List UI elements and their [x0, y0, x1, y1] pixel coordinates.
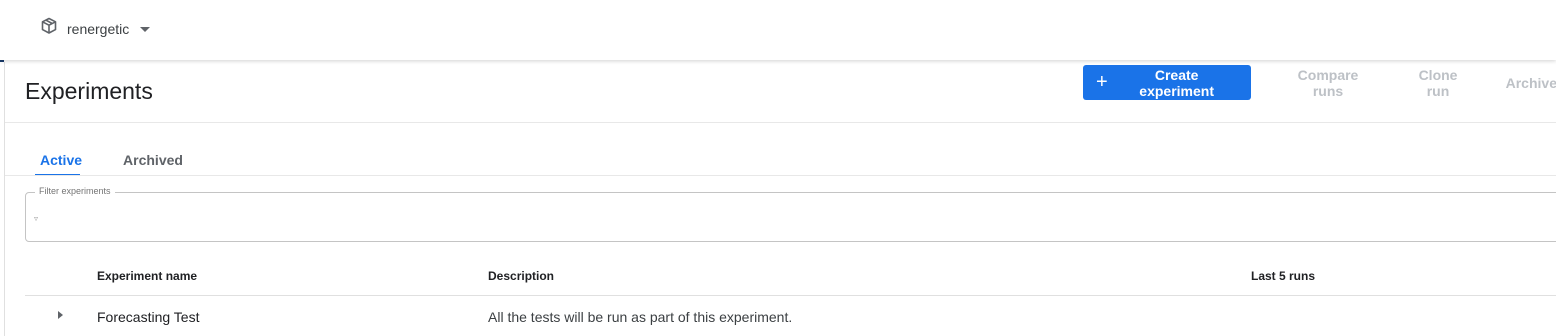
experiment-name-link[interactable]: Forecasting Test — [97, 309, 199, 325]
tab-archived[interactable]: Archived — [108, 148, 197, 176]
tabs-divider — [5, 175, 1556, 176]
namespace-selector[interactable]: renergetic — [40, 17, 151, 40]
create-experiment-label: Create experiment — [1139, 66, 1214, 99]
column-header-last-5-runs: Last 5 runs — [1251, 269, 1316, 283]
namespace-label: renergetic — [67, 20, 130, 37]
cube-icon — [40, 17, 58, 40]
compare-runs-button[interactable]: Compare runs — [1281, 67, 1376, 99]
table-header: Experiment name Description Last 5 runs — [25, 260, 1556, 296]
header-divider — [5, 122, 1556, 123]
create-experiment-button[interactable]: + Create experiment — [1083, 65, 1251, 100]
page-title: Experiments — [25, 78, 153, 104]
toolbar: + Create experiment Compare runs Clone r… — [1083, 65, 1556, 100]
filter-experiments-input[interactable]: Filter experiments ▿ — [25, 186, 1556, 242]
main-content: Experiments + Create experiment Compare … — [4, 62, 1556, 336]
filter-label: Filter experiments — [35, 186, 115, 196]
archive-button[interactable]: Archive — [1506, 75, 1556, 91]
plus-icon: + — [1096, 70, 1108, 93]
tab-active[interactable]: Active — [25, 148, 108, 176]
column-header-description[interactable]: Description — [488, 269, 554, 283]
table-row[interactable]: Forecasting Test All the tests will be r… — [25, 296, 1556, 336]
tab-bar: Active Archived — [25, 148, 197, 176]
expand-arrow-icon[interactable] — [58, 311, 63, 319]
chevron-down-icon — [140, 27, 151, 32]
top-bar: renergetic — [0, 0, 1556, 60]
experiment-description: All the tests will be run as part of thi… — [488, 309, 793, 325]
filter-icon: ▿ — [34, 214, 39, 223]
column-header-experiment-name[interactable]: Experiment name — [97, 269, 197, 283]
clone-run-button[interactable]: Clone run — [1405, 67, 1470, 99]
